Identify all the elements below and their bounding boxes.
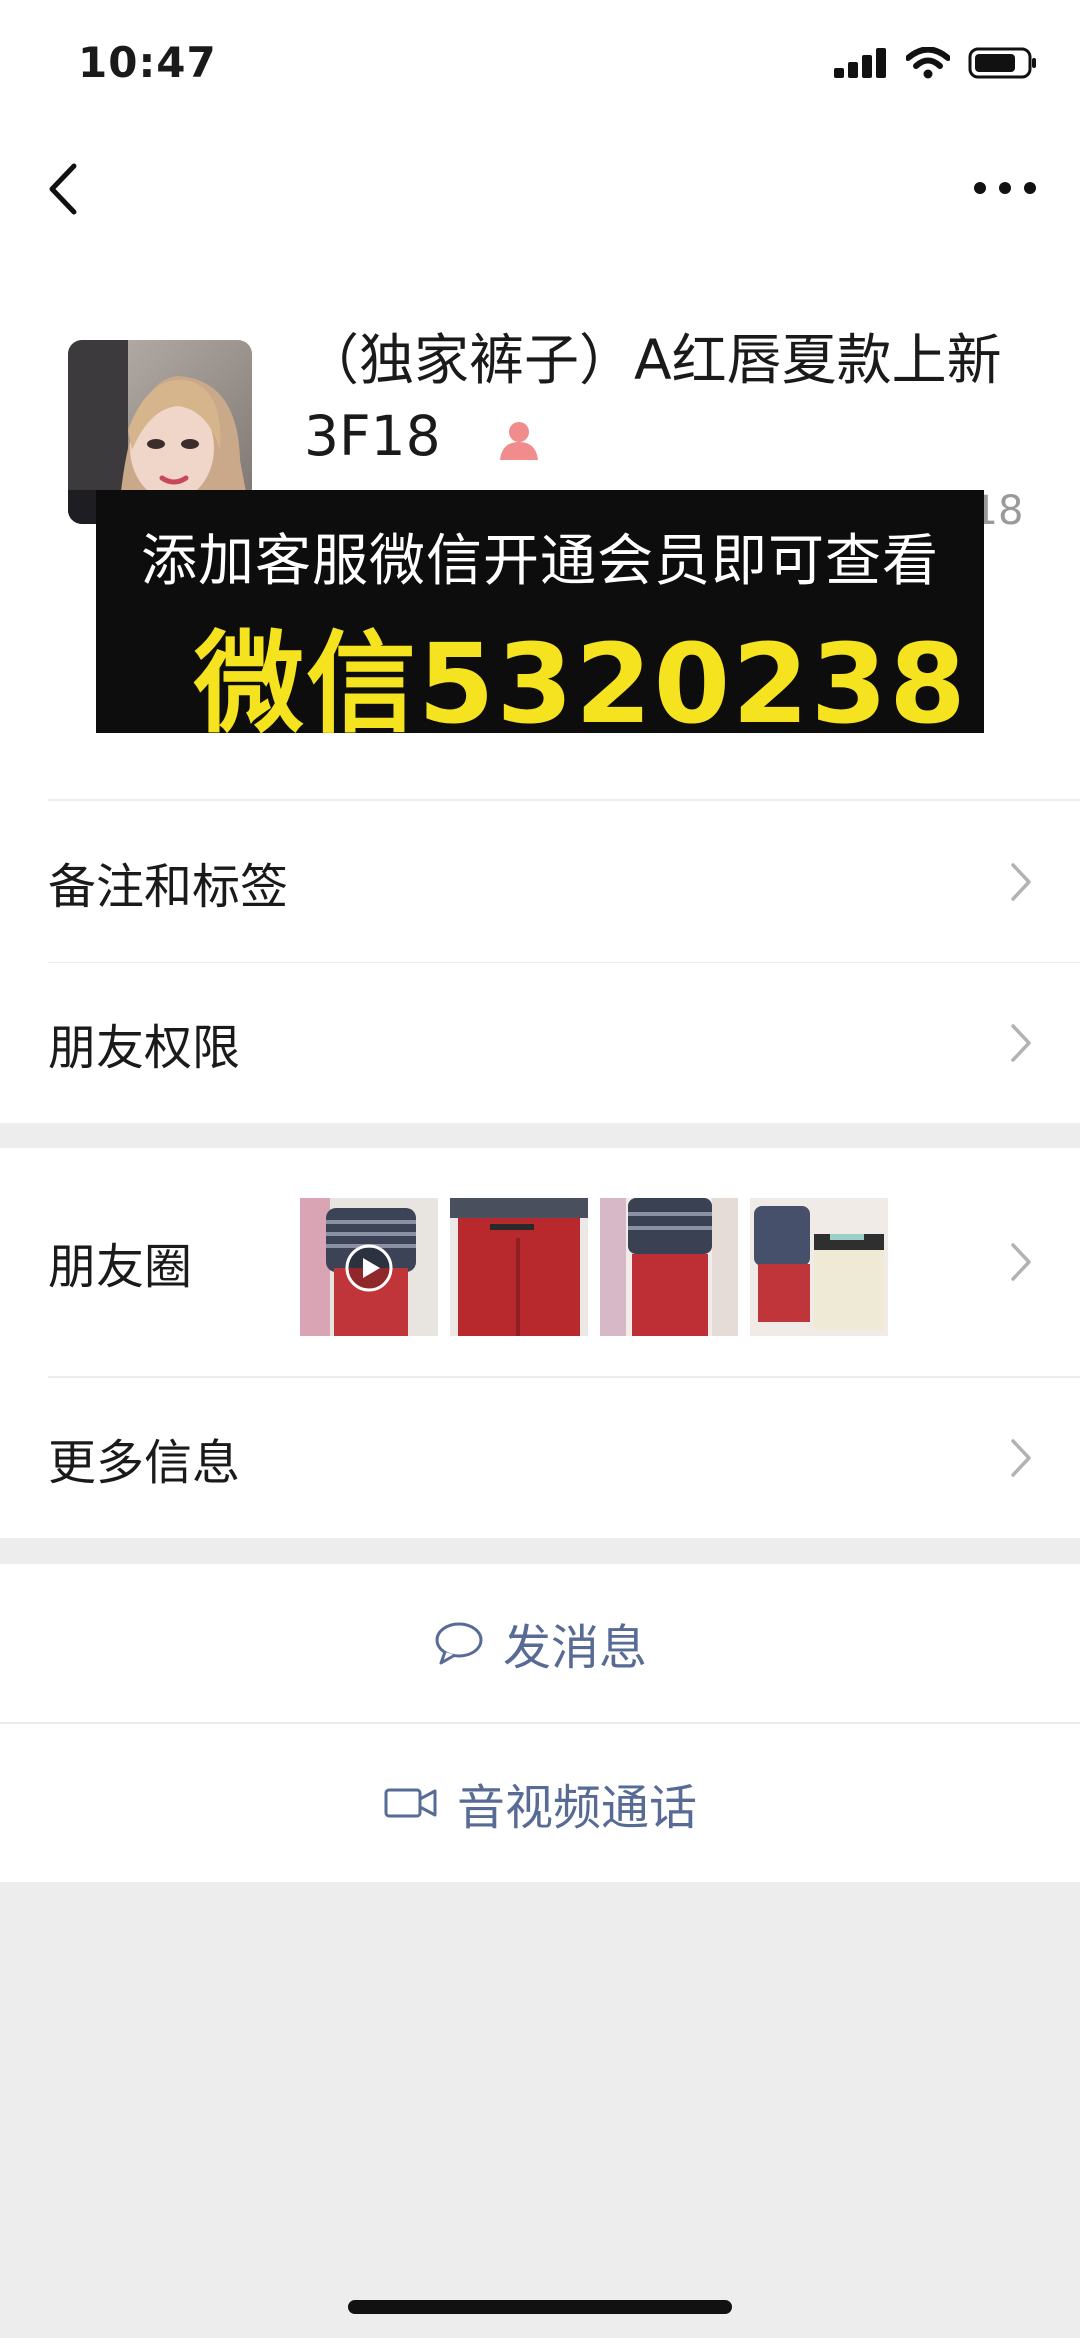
promo-banner: 添加客服微信开通会员即可查看 微信5320238 [96, 490, 984, 748]
more-info-label: 更多信息 [48, 1435, 241, 1491]
chevron-right-icon [1011, 1243, 1031, 1281]
back-arrow-icon[interactable] [40, 160, 88, 218]
video-call-label: 音视频通话 [456, 1780, 697, 1836]
send-message-button[interactable]: 发消息 [0, 1564, 1080, 1722]
moments-photo-thumbnail[interactable] [450, 1198, 588, 1336]
moments-row[interactable]: 朋友圈 [0, 1148, 1080, 1376]
chevron-right-icon [1011, 1439, 1031, 1477]
profile-header: 10:47 （独家裤子）A红唇夏款上新 3F18 添加客服微信开通会员即可查看 … [0, 0, 1080, 1123]
moments-photo-thumbnail[interactable] [300, 1198, 438, 1336]
video-camera-icon [384, 1788, 437, 1818]
home-indicator[interactable] [348, 2300, 732, 2314]
remark-and-tags-row[interactable]: 备注和标签 [0, 802, 1080, 962]
status-icons [834, 46, 1038, 80]
more-info-row[interactable]: 更多信息 [0, 1378, 1080, 1538]
friend-permissions-label: 朋友权限 [48, 1020, 241, 1076]
cellular-signal-icon [834, 48, 886, 78]
contact-name-text: （独家裤子）A红唇夏款上新 3F18 [304, 328, 1002, 468]
wifi-icon [906, 47, 950, 79]
promo-line-1: 添加客服微信开通会员即可查看 [141, 529, 939, 594]
friend-permissions-row[interactable]: 朋友权限 [0, 963, 1080, 1123]
status-time: 10:47 [78, 38, 217, 87]
chevron-right-icon [1011, 1024, 1031, 1062]
more-options-icon[interactable] [970, 168, 1040, 208]
video-call-button[interactable]: 音视频通话 [0, 1724, 1080, 1882]
chevron-right-icon [1011, 863, 1031, 901]
divider [48, 799, 1080, 801]
contact-name: （独家裤子）A红唇夏款上新 3F18 [304, 322, 1024, 474]
moments-photo-thumbnail[interactable] [600, 1198, 738, 1336]
moments-photo-thumbnail[interactable] [750, 1198, 888, 1336]
battery-icon [968, 47, 1036, 79]
remark-and-tags-label: 备注和标签 [48, 859, 289, 915]
send-message-label: 发消息 [502, 1620, 647, 1676]
status-bar: 10:47 [0, 0, 1080, 130]
moments-label: 朋友圈 [48, 1239, 193, 1295]
promo-line-2: 微信5320238 [194, 620, 968, 748]
female-contact-icon [500, 421, 539, 460]
chat-bubble-icon [435, 1622, 483, 1665]
moments-section: 朋友圈 更多信息 [0, 1148, 1080, 1538]
